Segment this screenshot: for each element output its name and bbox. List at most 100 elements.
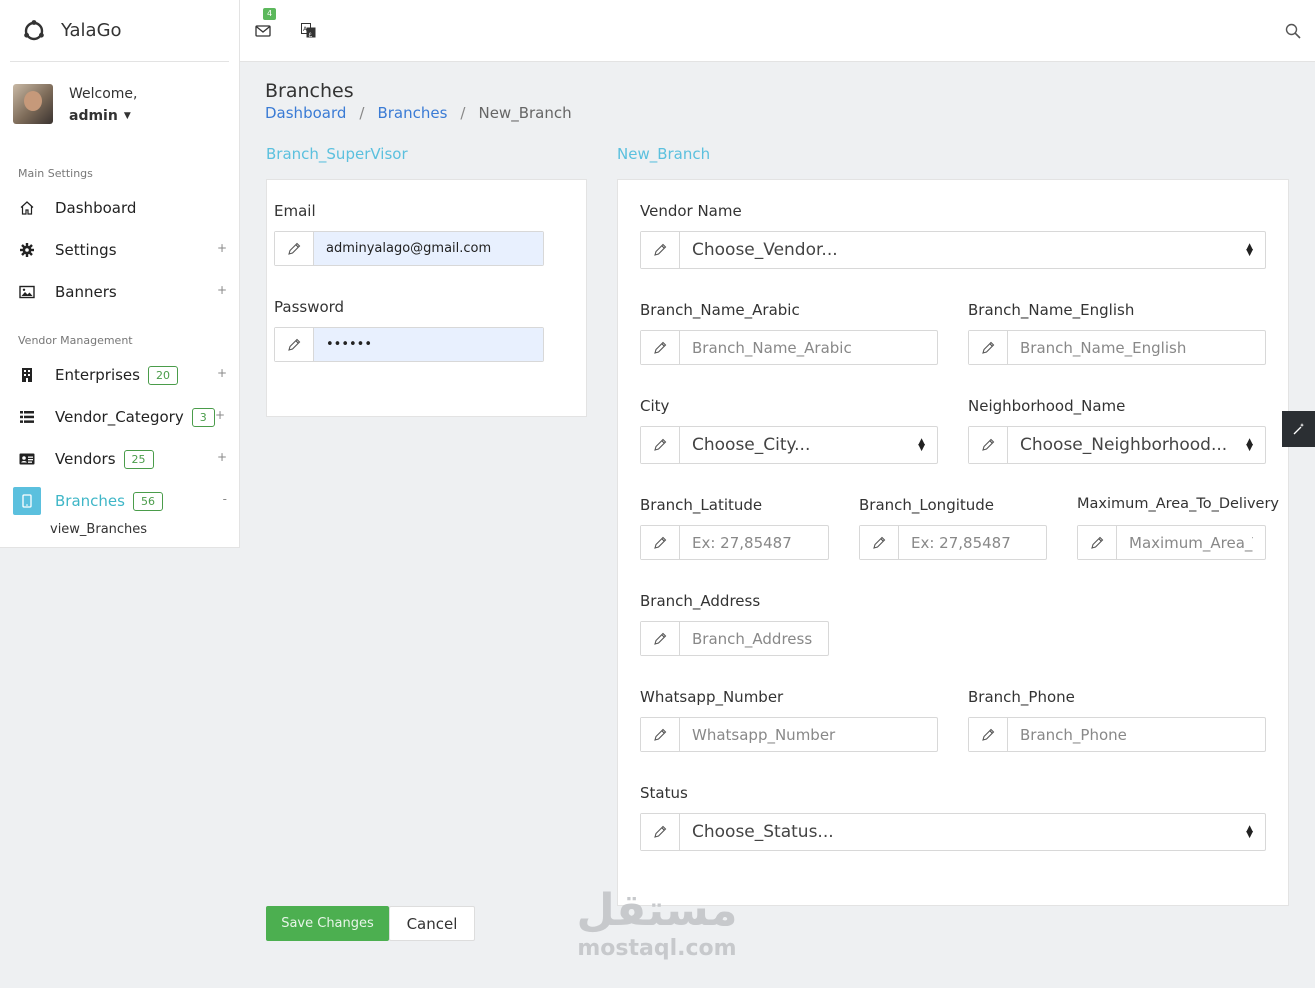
status-select[interactable]: Choose_Status... ▲ ▼: [640, 813, 1266, 851]
sidebar-item-label: Dashboard: [55, 199, 137, 217]
pencil-icon: [969, 427, 1008, 463]
city-select[interactable]: Choose_City... ▲ ▼: [640, 426, 938, 464]
sidebar-subitem-view-branches[interactable]: view_Branches: [0, 522, 239, 542]
sort-icon: ▲ ▼: [1246, 824, 1253, 840]
max-area-label: Maximum_Area_To_Delivery: [1077, 496, 1280, 512]
address-field[interactable]: [680, 622, 828, 655]
vendor-label: Vendor Name: [640, 202, 742, 220]
email-field[interactable]: [314, 232, 543, 265]
gear-icon: [18, 241, 36, 259]
pencil-icon: [641, 331, 680, 364]
sidebar-item-branches[interactable]: Branches 56 -: [0, 480, 239, 522]
pencil-icon: [641, 232, 680, 268]
brand[interactable]: YalaGo: [10, 0, 229, 62]
city-label: City: [640, 397, 670, 415]
search-icon[interactable]: [1285, 23, 1301, 39]
watermark-arabic: مستقل: [576, 885, 738, 936]
save-button[interactable]: Save Changes: [266, 906, 389, 941]
pencil-icon: [641, 622, 680, 655]
profile: Welcome, admin ▼: [0, 62, 239, 124]
max-area-field[interactable]: [1117, 526, 1265, 559]
phone-label: Branch_Phone: [968, 688, 1075, 706]
neighborhood-select-value: Choose_Neighborhood...: [1020, 435, 1228, 455]
name-ar-input-group: [640, 330, 938, 365]
username: admin: [69, 108, 118, 124]
breadcrumb: Dashboard / Branches / New_Branch: [265, 104, 572, 122]
sidebar-item-vendor-category[interactable]: Vendor_Category 3 +: [0, 396, 239, 438]
section-label-main: Main Settings: [18, 167, 93, 180]
pencil-icon: [275, 232, 314, 265]
customizer-toggle-button[interactable]: [1282, 411, 1315, 447]
sidebar-item-label: Banners: [55, 283, 117, 301]
neighborhood-label: Neighborhood_Name: [968, 397, 1126, 415]
longitude-field[interactable]: [899, 526, 1046, 559]
branch-panel-title: New_Branch: [617, 145, 711, 163]
mail-icon[interactable]: [255, 24, 271, 38]
tablet-icon: [13, 487, 41, 515]
pencil-icon: [641, 814, 680, 850]
whatsapp-label: Whatsapp_Number: [640, 688, 784, 706]
email-label: Email: [274, 202, 316, 220]
count-badge: 25: [123, 449, 154, 469]
neighborhood-select[interactable]: Choose_Neighborhood... ▲ ▼: [968, 426, 1266, 464]
breadcrumb-branches[interactable]: Branches: [377, 104, 447, 122]
pencil-icon: [860, 526, 899, 559]
pencil-icon: [641, 526, 680, 559]
list-icon: [18, 408, 36, 426]
breadcrumb-separator: /: [359, 104, 365, 122]
pencil-icon: [969, 718, 1008, 751]
expand-icon[interactable]: +: [217, 366, 227, 380]
expand-icon[interactable]: +: [217, 450, 227, 464]
mail-count-badge: 4: [263, 8, 277, 20]
expand-icon[interactable]: +: [217, 241, 227, 255]
name-en-field[interactable]: [1008, 331, 1265, 364]
image-icon: [18, 283, 36, 301]
watermark-latin: mostaql.com: [577, 936, 737, 961]
caret-down-icon: ▼: [123, 110, 131, 121]
name-en-label: Branch_Name_English: [968, 301, 1135, 319]
whatsapp-field[interactable]: [680, 718, 937, 751]
longitude-label: Branch_Longitude: [859, 496, 995, 514]
latitude-input-group: [640, 525, 829, 560]
count-badge: 3: [191, 407, 215, 427]
supervisor-panel-title: Branch_SuperVisor: [266, 145, 408, 163]
status-select-value: Choose_Status...: [692, 822, 834, 842]
sort-icon: ▲ ▼: [1246, 437, 1253, 453]
sidebar-item-banners[interactable]: Banners +: [0, 271, 239, 313]
sidebar-item-settings[interactable]: Settings +: [0, 229, 239, 271]
longitude-input-group: [859, 525, 1047, 560]
vendor-select[interactable]: Choose_Vendor... ▲ ▼: [640, 231, 1266, 269]
user-menu[interactable]: admin ▼: [69, 105, 138, 124]
translate-icon[interactable]: A ع: [301, 23, 316, 38]
city-select-value: Choose_City...: [692, 435, 811, 455]
svg-text:ع: ع: [309, 31, 313, 38]
cancel-button[interactable]: Cancel: [389, 906, 475, 941]
section-label-vendor: Vendor Management: [18, 334, 133, 347]
sort-icon: ▲ ▼: [1246, 242, 1253, 258]
name-ar-field[interactable]: [680, 331, 937, 364]
breadcrumb-dashboard[interactable]: Dashboard: [265, 104, 346, 122]
home-icon: [18, 199, 36, 217]
expand-icon[interactable]: +: [215, 408, 225, 422]
logo-icon: [24, 19, 44, 40]
collapse-icon[interactable]: -: [223, 492, 227, 506]
phone-input-group: [968, 717, 1266, 752]
topbar: 4 A ع: [240, 0, 1315, 62]
sidebar-item-enterprises[interactable]: Enterprises 20 +: [0, 354, 239, 396]
sidebar-item-dashboard[interactable]: Dashboard: [0, 187, 239, 229]
sidebar-item-label: Enterprises: [55, 366, 140, 384]
max-area-input-group: [1077, 525, 1266, 560]
name-ar-label: Branch_Name_Arabic: [640, 301, 800, 319]
avatar[interactable]: [13, 84, 53, 124]
latitude-field[interactable]: [680, 526, 828, 559]
magic-wand-icon: [1293, 423, 1304, 435]
sidebar-item-label: Vendor_Category: [55, 408, 184, 426]
sidebar-item-vendors[interactable]: Vendors 25 +: [0, 438, 239, 480]
expand-icon[interactable]: +: [217, 283, 227, 297]
phone-field[interactable]: [1008, 718, 1265, 751]
address-input-group: [640, 621, 829, 656]
password-field[interactable]: [314, 328, 543, 361]
building-icon: [18, 366, 36, 384]
address-label: Branch_Address: [640, 592, 761, 610]
breadcrumb-current: New_Branch: [478, 104, 572, 122]
